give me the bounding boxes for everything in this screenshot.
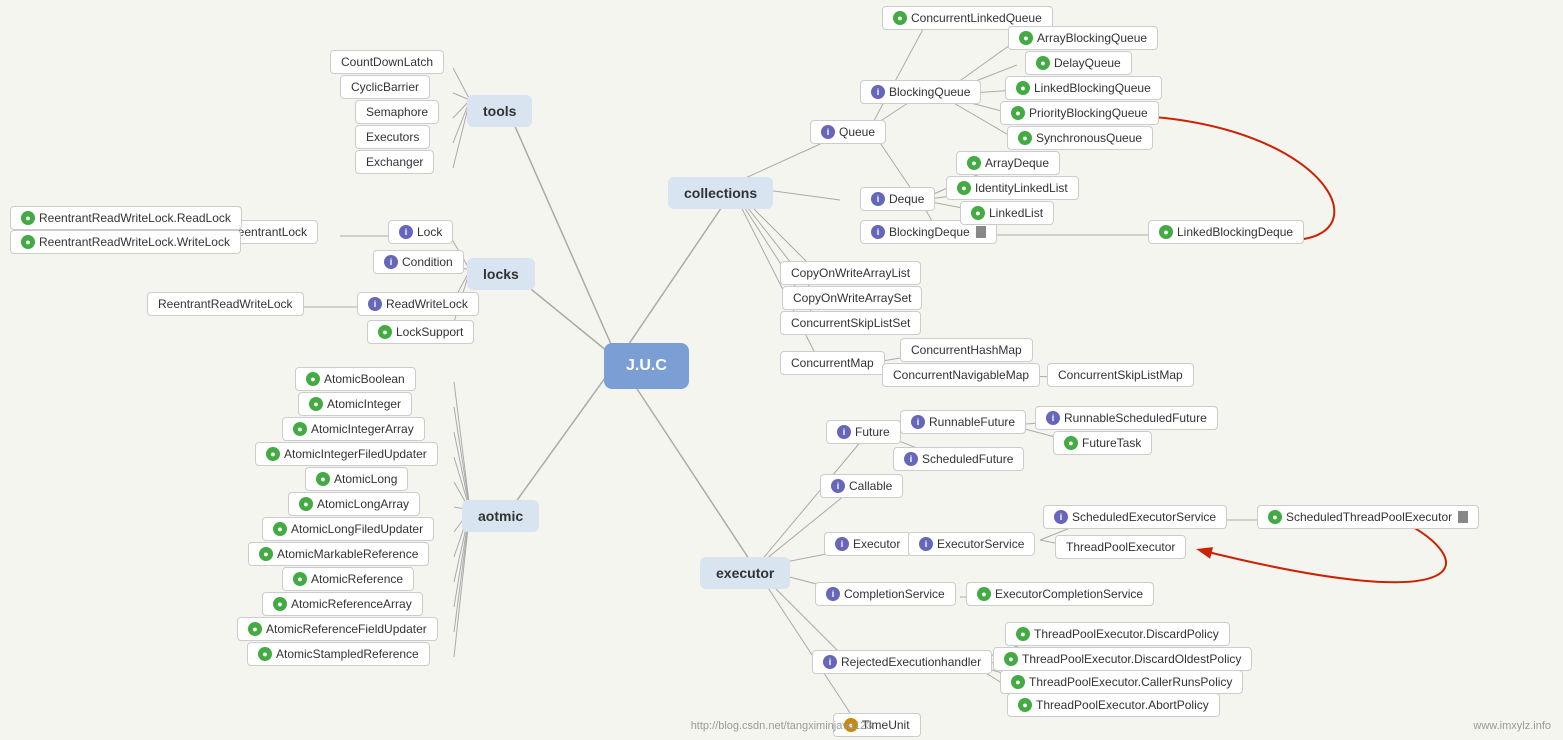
node-queue: iQueue: [810, 120, 886, 144]
node-atomicinteger: ●AtomicInteger: [298, 392, 412, 416]
node-scheduledthreadpoolexecutor: ●ScheduledThreadPoolExecutor: [1257, 505, 1479, 529]
node-concurrentskiplistmap: ConcurrentSkipListMap: [1047, 363, 1194, 387]
node-blockingqueue: iBlockingQueue: [860, 80, 981, 104]
node-atomicstampledreference: ●AtomicStampledReference: [247, 642, 430, 666]
center-node: J.U.C: [604, 343, 689, 389]
node-linkedblockingdeque: ●LinkedBlockingDeque: [1148, 220, 1304, 244]
node-discardpolicy: ●ThreadPoolExecutor.DiscardPolicy: [1005, 622, 1230, 646]
node-scheduledexecutorservice: iScheduledExecutorService: [1043, 505, 1227, 529]
group-aotmic: aotmic: [462, 500, 539, 532]
node-arraydeque: ●ArrayDeque: [956, 151, 1060, 175]
node-executorcompletionservice: ●ExecutorCompletionService: [966, 582, 1154, 606]
node-readlock: ●ReentrantReadWriteLock.ReadLock: [10, 206, 242, 230]
node-cyclicbarrier: CyclicBarrier: [340, 75, 430, 99]
node-callerrunspolicy: ●ThreadPoolExecutor.CallerRunsPolicy: [1000, 670, 1243, 694]
node-atomicintegerarray: ●AtomicIntegerArray: [282, 417, 425, 441]
node-reentrantreadwritelock: ReentrantReadWriteLock: [147, 292, 304, 316]
node-readwritelock: iReadWriteLock: [357, 292, 479, 316]
node-arrayblockingqueue: ●ArrayBlockingQueue: [1008, 26, 1158, 50]
node-atomiclongfiledupdater: ●AtomicLongFiledUpdater: [262, 517, 434, 541]
group-collections: collections: [668, 177, 773, 209]
node-linkedlist: ●LinkedList: [960, 201, 1054, 225]
node-priorityblockingqueue: ●PriorityBlockingQueue: [1000, 101, 1159, 125]
node-runnablefuture: iRunnableFuture: [900, 410, 1026, 434]
node-executorservice: iExecutorService: [908, 532, 1035, 556]
node-atomicreferencefieldupdater: ●AtomicReferenceFieldUpdater: [237, 617, 438, 641]
node-atomicintegerfiledupdater: ●AtomicIntegerFiledUpdater: [255, 442, 438, 466]
node-concurrentnavigablemap: ConcurrentNavigableMap: [882, 363, 1040, 387]
node-concurrentskiplistset: ConcurrentSkipListSet: [780, 311, 921, 335]
node-writelock: ●ReentrantReadWriteLock.WriteLock: [10, 230, 241, 254]
node-executor: iExecutor: [824, 532, 911, 556]
node-futuretask: ●FutureTask: [1053, 431, 1152, 455]
node-discardoldestpolicy: ●ThreadPoolExecutor.DiscardOldestPolicy: [993, 647, 1252, 671]
node-condition: iCondition: [373, 250, 464, 274]
node-synchronousqueue: ●SynchronousQueue: [1007, 126, 1153, 150]
node-callable: iCallable: [820, 474, 903, 498]
watermark2: http://blog.csdn.net/tangximinjava123: [691, 720, 873, 732]
node-runnablescheduledfuture: iRunnableScheduledFuture: [1035, 406, 1218, 430]
node-copyonwritearraylist: CopyOnWriteArrayList: [780, 261, 921, 285]
watermark1: www.imxylz.info: [1473, 720, 1551, 732]
group-tools: tools: [467, 95, 532, 127]
center-label: J.U.C: [626, 357, 667, 374]
node-deque: iDeque: [860, 187, 935, 211]
node-atomicreference: ●AtomicReference: [282, 567, 414, 591]
node-lock: iLock: [388, 220, 453, 244]
node-countdownlatch: CountDownLatch: [330, 50, 444, 74]
node-rejectedexecutionhandler: iRejectedExecutionhandler: [812, 650, 992, 674]
node-atomiclongarray: ●AtomicLongArray: [288, 492, 420, 516]
node-completionservice: iCompletionService: [815, 582, 956, 606]
node-locksupport: ●LockSupport: [367, 320, 474, 344]
node-executors: Executors: [355, 125, 430, 149]
node-concurrentmap: ConcurrentMap: [780, 351, 885, 375]
node-atomicmarkablereference: ●AtomicMarkableReference: [248, 542, 429, 566]
node-threadpoolexecutor: ThreadPoolExecutor: [1055, 535, 1186, 559]
node-exchanger: Exchanger: [355, 150, 434, 174]
group-executor: executor: [700, 557, 790, 589]
node-semaphore: Semaphore: [355, 100, 439, 124]
node-abortpolicy: ●ThreadPoolExecutor.AbortPolicy: [1007, 693, 1220, 717]
node-scheduledfuture: iScheduledFuture: [893, 447, 1024, 471]
node-copyonwritearrayset: CopyOnWriteArraySet: [782, 286, 922, 310]
node-delayqueue: ●DelayQueue: [1025, 51, 1132, 75]
node-atomicreferencearray: ●AtomicReferenceArray: [262, 592, 423, 616]
node-linkedblockingqueue: ●LinkedBlockingQueue: [1005, 76, 1162, 100]
node-atomicboolean: ●AtomicBoolean: [295, 367, 416, 391]
node-future: iFuture: [826, 420, 901, 444]
node-concurrenthashmap: ConcurrentHashMap: [900, 338, 1033, 362]
node-identitylinkedlist: ●IdentityLinkedList: [946, 176, 1079, 200]
node-atomiclong: ●AtomicLong: [305, 467, 408, 491]
group-locks: locks: [467, 258, 535, 290]
